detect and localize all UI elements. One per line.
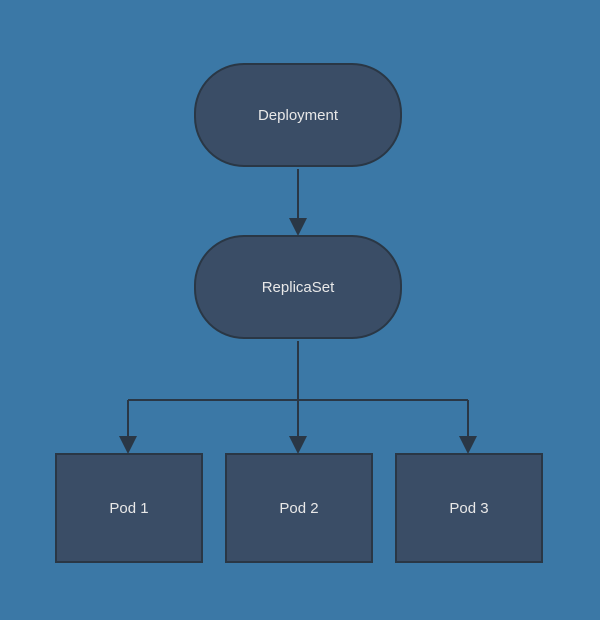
pod2-label: Pod 2 <box>279 500 318 517</box>
replicaset-node: ReplicaSet <box>194 235 402 339</box>
pod2-node: Pod 2 <box>225 453 373 563</box>
pod1-node: Pod 1 <box>55 453 203 563</box>
pod3-label: Pod 3 <box>449 500 488 517</box>
deployment-node: Deployment <box>194 63 402 167</box>
deployment-label: Deployment <box>258 107 338 124</box>
pod3-node: Pod 3 <box>395 453 543 563</box>
pod1-label: Pod 1 <box>109 500 148 517</box>
replicaset-label: ReplicaSet <box>262 279 335 296</box>
